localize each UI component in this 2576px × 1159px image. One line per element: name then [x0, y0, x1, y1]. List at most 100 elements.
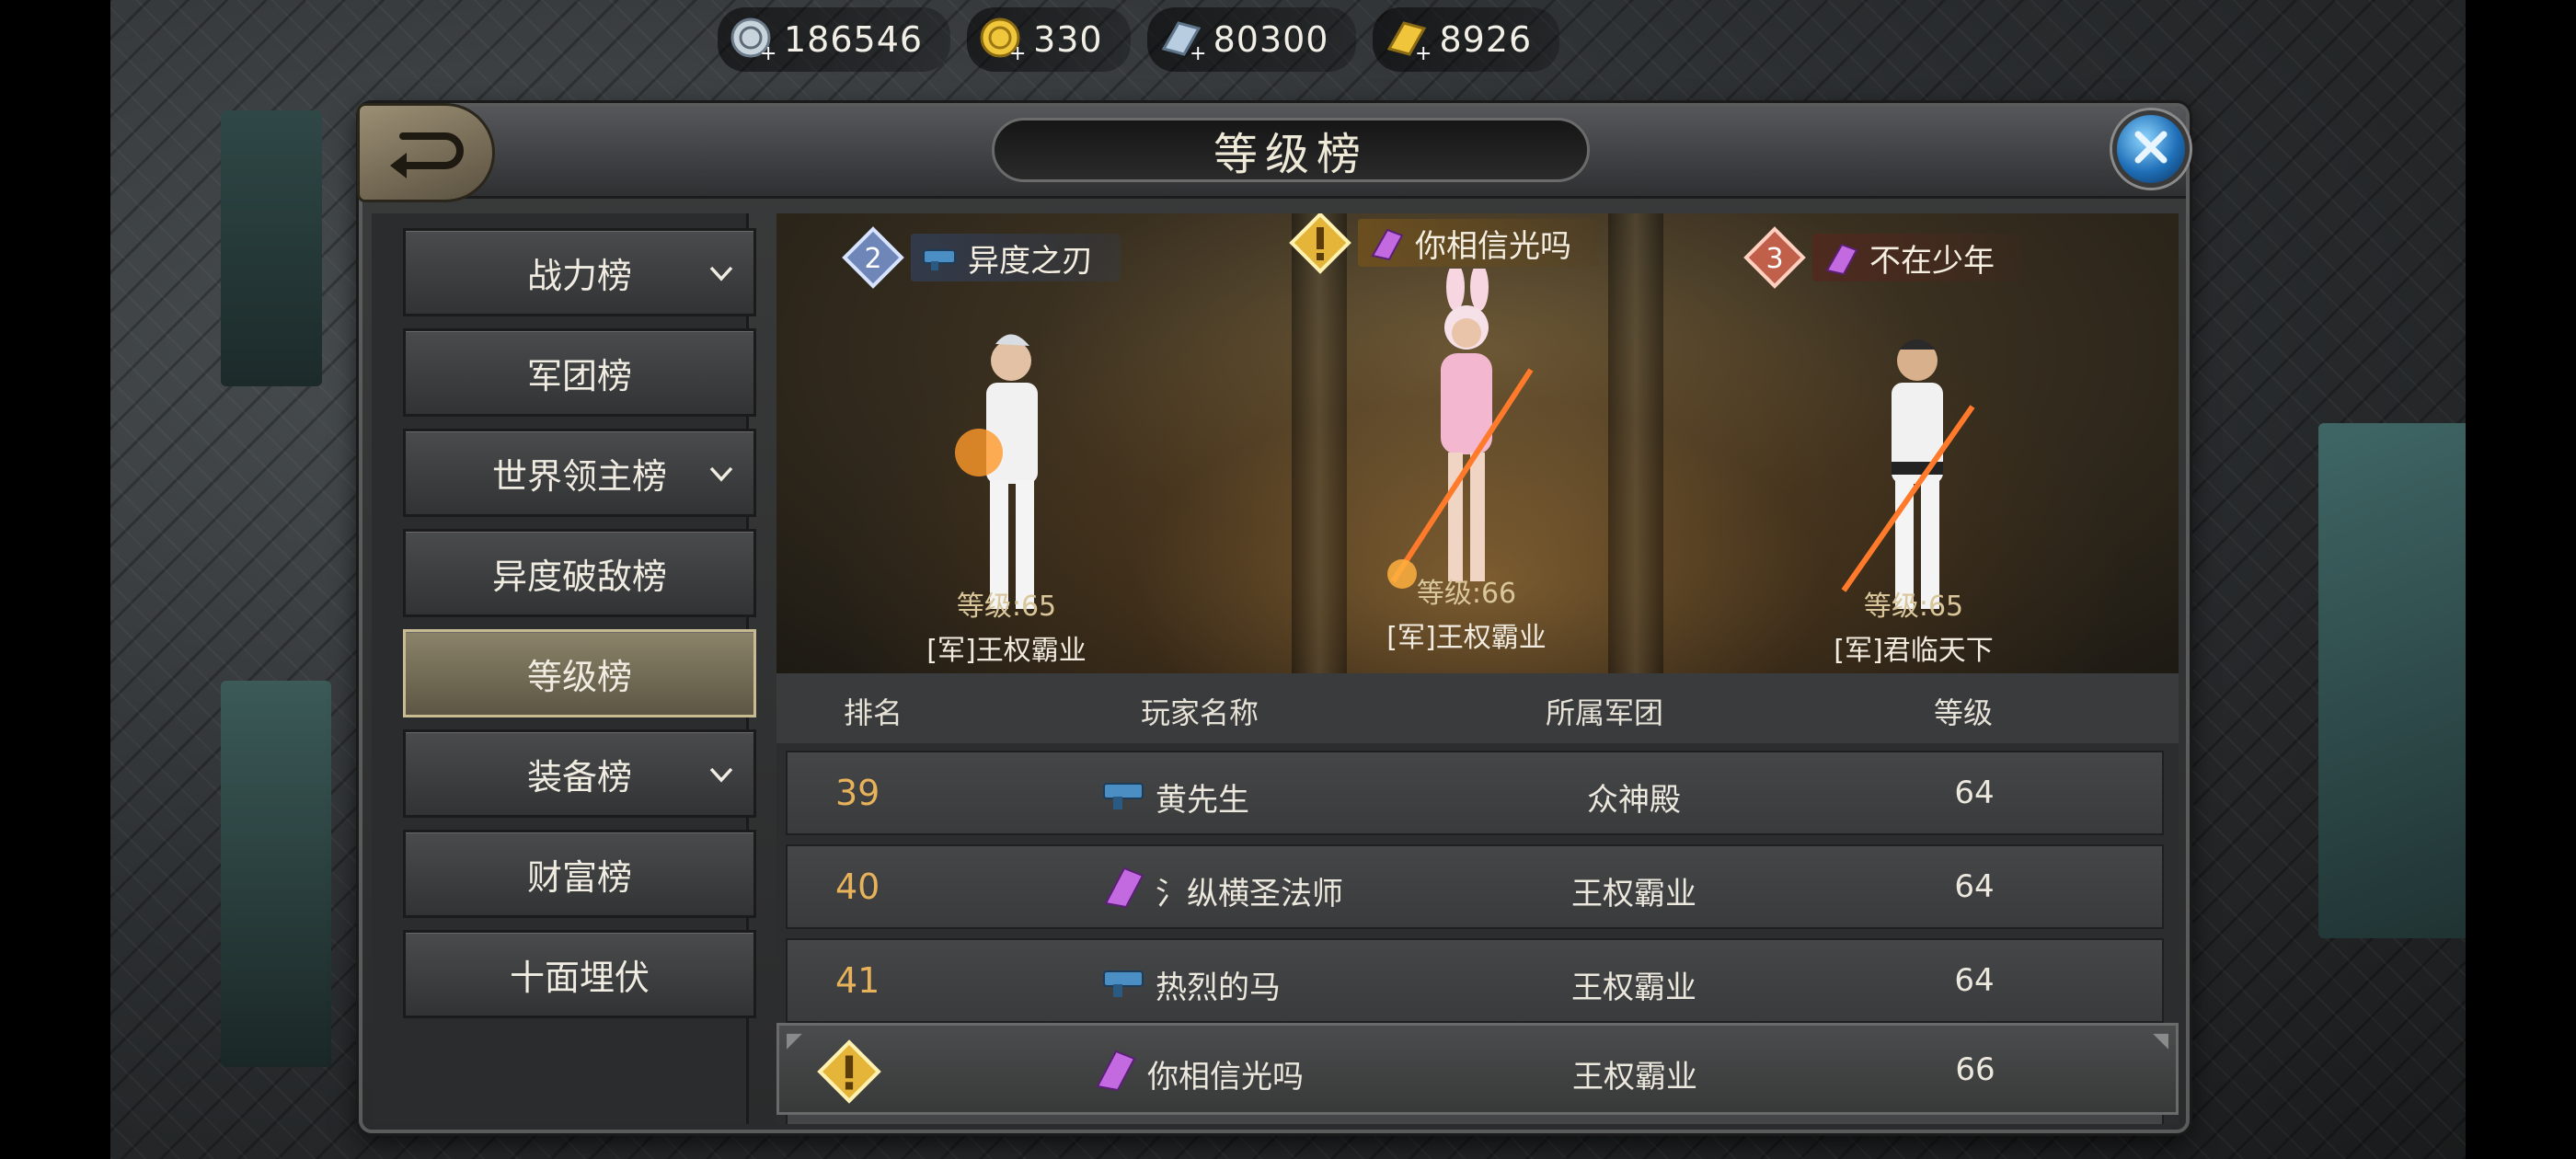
sidebar-item-level[interactable]: 等级榜	[403, 629, 756, 717]
category-sidebar: 战力榜 军团榜 世界领主榜 异度破敌榜 等级榜 装备榜 财富榜 十面埋伏	[372, 213, 756, 1124]
gold-rank-badge-icon	[817, 1039, 881, 1104]
podium-rank-3-tag[interactable]: 3 不在少年	[1742, 226, 2022, 289]
row-level: 64	[1954, 868, 1995, 905]
row-player-name: 热烈的马	[1156, 970, 1281, 1006]
leaderboard-window: 等级榜 战力榜 军团榜 世界领主榜 异度破敌榜 等级榜 装备榜 财富榜 十面埋伏…	[357, 103, 2190, 1133]
rank-name-strip: 你相信光吗	[1358, 219, 1599, 267]
silver-rank-badge-icon: 2	[842, 226, 904, 289]
game-screen: + 186546 + 330 + 80300 + 8926 等级榜 战力榜 军团…	[0, 0, 2576, 1159]
blue-gun-icon	[1103, 970, 1144, 997]
column-header-guild: 所属军团	[1545, 695, 1663, 730]
background-building	[221, 110, 322, 386]
resource-silver-bar[interactable]: + 80300	[1146, 7, 1357, 72]
svg-text:3: 3	[1765, 243, 1783, 275]
page-title: 等级榜	[1213, 129, 1368, 180]
svg-text:2: 2	[864, 243, 881, 275]
podium-character-1	[1384, 263, 1549, 609]
my-rank-row[interactable]: ◤ ◥ 你相信光吗 王权霸业 66	[776, 1023, 2179, 1115]
svg-text:+: +	[1415, 42, 1432, 63]
podium-guild-1: [军]王权霸业	[1386, 622, 1547, 654]
row-guild: 众神殿	[1587, 782, 1681, 819]
sidebar-item-label: 装备榜	[526, 756, 632, 798]
sidebar-item-wealth[interactable]: 财富榜	[403, 830, 756, 918]
back-button[interactable]	[357, 103, 495, 202]
gold-bar-icon: +	[1384, 16, 1432, 65]
sidebar-item-label: 世界领主榜	[491, 455, 667, 497]
top-three-podium: 2 异度之刃 等级:65 [军]王权霸业 你相信光吗 等级:66 [军]王权霸业…	[776, 213, 2179, 673]
row-player-name: 黄先生	[1156, 782, 1249, 819]
podium-guild-2: [军]王权霸业	[926, 635, 1087, 667]
sidebar-item-otherworld[interactable]: 异度破敌榜	[403, 529, 756, 617]
letterbox-left	[0, 0, 110, 1159]
row-level: 64	[1954, 962, 1995, 999]
sidebar-item-label: 战力榜	[526, 255, 632, 296]
table-header: 排名 玩家名称 所属军团 等级	[776, 673, 2179, 743]
svg-text:+: +	[760, 42, 776, 63]
gold-coin-amount: 330	[1033, 19, 1103, 60]
background-building	[221, 681, 331, 1067]
blue-gun-icon	[923, 249, 956, 270]
podium-rank-2-tag[interactable]: 2 异度之刃	[841, 226, 1121, 289]
silver-coin-icon: +	[729, 16, 776, 65]
sidebar-item-world-lord[interactable]: 世界领主榜	[403, 429, 756, 517]
bronze-rank-badge-icon: 3	[1743, 226, 1806, 289]
background-pillar	[1292, 213, 1347, 673]
row-guild: 王权霸业	[1571, 876, 1696, 912]
column-header-player: 玩家名称	[1140, 695, 1259, 730]
sidebar-item-combat-power[interactable]: 战力榜	[403, 228, 756, 316]
resource-gold-coin[interactable]: + 330	[967, 7, 1131, 72]
silver-bar-amount: 80300	[1213, 19, 1329, 60]
close-icon	[2131, 127, 2171, 171]
leaderboard-content: 2 异度之刃 等级:65 [军]王权霸业 你相信光吗 等级:66 [军]王权霸业…	[776, 213, 2179, 1124]
podium-character-2	[942, 324, 1080, 618]
my-guild: 王权霸业	[1572, 1059, 1697, 1096]
my-level: 66	[1955, 1051, 1995, 1088]
sidebar-item-equipment[interactable]: 装备榜	[403, 729, 756, 818]
row-level: 64	[1954, 775, 1995, 811]
podium-rank-1-tag[interactable]: 你相信光吗	[1288, 213, 1599, 274]
sidebar-item-ambush[interactable]: 十面埋伏	[403, 930, 756, 1018]
purple-crystal-icon	[1825, 243, 1858, 276]
my-player-name: 你相信光吗	[1147, 1059, 1304, 1096]
row-rank: 41	[835, 960, 880, 1001]
podium-player-name: 你相信光吗	[1415, 227, 1571, 265]
back-arrow-icon	[385, 123, 467, 182]
resource-gold-bar[interactable]: + 8926	[1373, 7, 1560, 72]
gold-bar-amount: 8926	[1439, 19, 1533, 60]
resource-silver-coin[interactable]: + 186546	[718, 7, 951, 72]
row-guild: 王权霸业	[1571, 970, 1696, 1006]
letterbox-right	[2466, 0, 2576, 1159]
svg-text:+: +	[1190, 42, 1206, 63]
purple-crystal-icon	[1096, 1050, 1136, 1092]
gold-rank-badge-icon	[1289, 213, 1351, 274]
silver-coin-amount: 186546	[784, 19, 924, 60]
row-player-name: 氵纵横圣法师	[1156, 876, 1343, 912]
chevron-down-icon	[709, 266, 733, 281]
column-header-level: 等级	[1933, 695, 1993, 730]
chevron-down-icon	[709, 767, 733, 783]
row-rank: 39	[835, 773, 880, 813]
podium-character-3	[1834, 324, 1991, 618]
blue-gun-icon	[1103, 783, 1144, 809]
sidebar-item-label: 财富榜	[526, 856, 632, 898]
table-row[interactable]: 41 热烈的马 王权霸业 64	[786, 938, 2164, 1023]
sidebar-item-label: 军团榜	[526, 355, 632, 396]
podium-player-name: 异度之刃	[968, 242, 1093, 280]
sidebar-item-legion[interactable]: 军团榜	[403, 328, 756, 417]
row-rank: 40	[835, 866, 880, 907]
sidebar-item-label: 异度破敌榜	[491, 556, 667, 597]
chevron-down-icon	[709, 466, 733, 482]
title-bar: 等级榜	[357, 103, 2190, 202]
corner-ornament: ◥	[2153, 1029, 2168, 1052]
sidebar-item-label: 等级榜	[526, 656, 632, 697]
rank-name-strip: 不在少年	[1812, 234, 2022, 281]
table-row[interactable]: 39 黄先生 众神殿 64	[786, 751, 2164, 835]
resource-bar: + 186546 + 330 + 80300 + 8926	[718, 7, 1560, 72]
table-row[interactable]: 40 氵纵横圣法师 王权霸业 64	[786, 844, 2164, 929]
close-button[interactable]	[2112, 110, 2190, 188]
rank-name-strip: 异度之刃	[911, 234, 1121, 281]
title-plate: 等级榜	[992, 118, 1590, 182]
silver-bar-icon: +	[1158, 16, 1206, 65]
podium-guild-3: [军]君临天下	[1834, 635, 1994, 667]
podium-level-3: 等级:65	[1863, 591, 1964, 623]
